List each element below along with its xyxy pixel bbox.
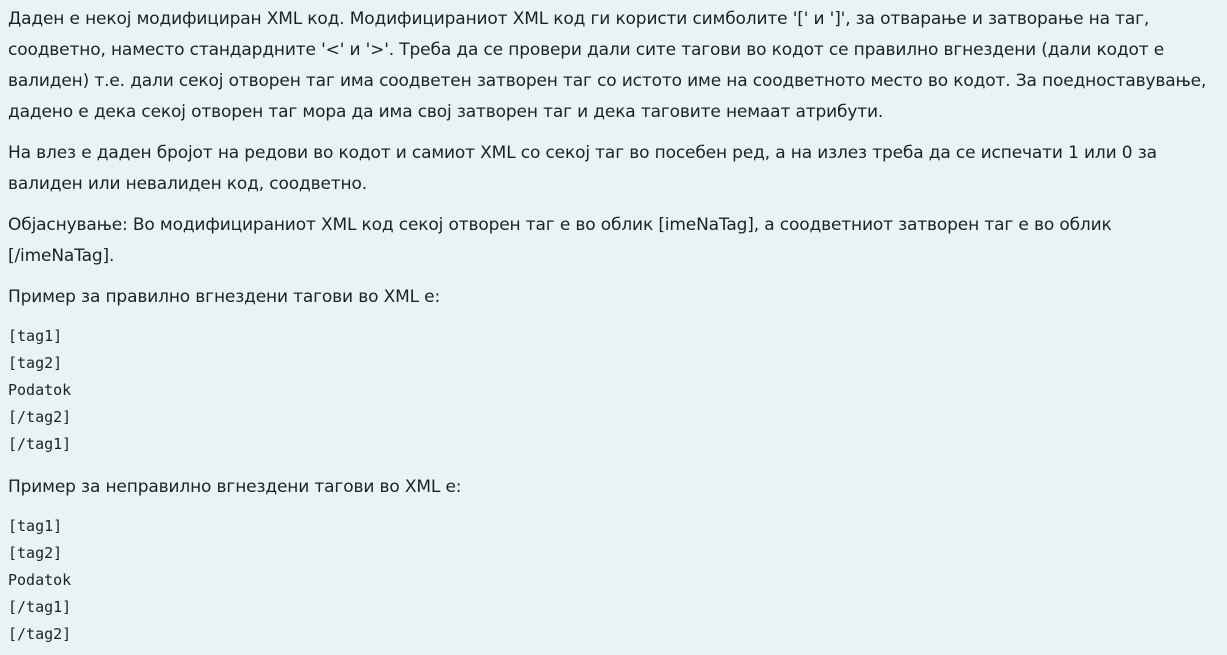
invalid-example-code: [tag1] [tag2] Podatok [/tag1] [/tag2] — [8, 513, 1219, 648]
problem-description: Даден е некој модифициран XML код. Модиф… — [8, 9, 1207, 122]
invalid-example-heading: Пример за неправилно вгнездени тагови во… — [8, 477, 462, 497]
valid-example-code: [tag1] [tag2] Podatok [/tag2] [/tag1] — [8, 323, 1219, 458]
code-line: [tag1] — [8, 517, 63, 535]
explanation-text: Објаснување: Во модифицираниот XML код с… — [8, 215, 1112, 266]
code-line: Podatok — [8, 571, 72, 589]
code-line: Podatok — [8, 381, 72, 399]
code-line: [tag2] — [8, 354, 63, 372]
code-line: [tag2] — [8, 544, 63, 562]
problem-statement: Даден е некој модифициран XML код. Модиф… — [0, 0, 1227, 648]
input-output-description: На влез е даден бројот на редови во кодо… — [8, 143, 1157, 194]
code-line: [/tag1] — [8, 598, 72, 616]
code-line: [/tag2] — [8, 408, 72, 426]
code-line: [/tag1] — [8, 435, 72, 453]
valid-example-heading: Пример за правилно вгнездени тагови во X… — [8, 287, 441, 307]
code-line: [/tag2] — [8, 625, 72, 643]
code-line: [tag1] — [8, 327, 63, 345]
